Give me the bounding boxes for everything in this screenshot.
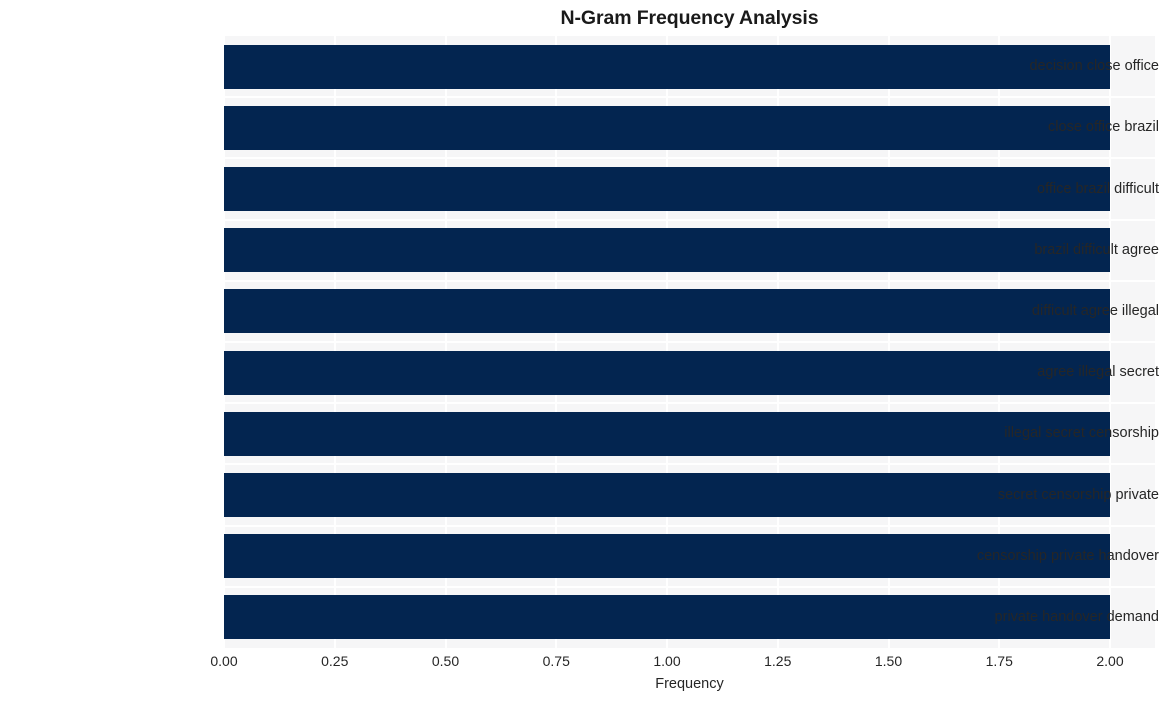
y-axis-tick-label: private handover demand [994,608,1159,625]
x-axis-tick-label: 0.50 [431,653,460,669]
y-axis-tick-label: office brazil difficult [1037,180,1159,197]
y-axis-tick-label: censorship private handover [976,547,1159,564]
x-axis-tick-label: 1.25 [764,653,792,669]
page-title: N-Gram Frequency Analysis [560,7,819,29]
y-axis-tick-label: brazil difficult agree [1034,241,1159,258]
y-axis-tick-label: difficult agree illegal [1031,302,1159,319]
x-axis-tick-label: 1.75 [985,653,1013,669]
x-axis-tick-label: 0.75 [542,653,570,669]
x-axis-tick-label: 1.50 [874,653,903,669]
y-axis-tick-label: illegal secret censorship [1004,425,1159,442]
y-axis-tick-label: secret censorship private [997,486,1159,503]
y-axis-tick-label: decision close office [1029,58,1159,75]
y-axis-tick-label: close office brazil [1048,119,1159,136]
x-axis-tick-label: 0.25 [321,653,349,669]
y-axis-tick-label: agree illegal secret [1037,364,1159,381]
x-axis-label: Frequency [655,676,724,692]
x-axis-tick-label: 0.00 [210,653,238,669]
chart-figure: N-Gram Frequency Analysis decision close… [0,0,1164,701]
x-axis-tick-label: 2.00 [1096,653,1124,669]
x-axis-tick-label: 1.00 [653,653,681,669]
